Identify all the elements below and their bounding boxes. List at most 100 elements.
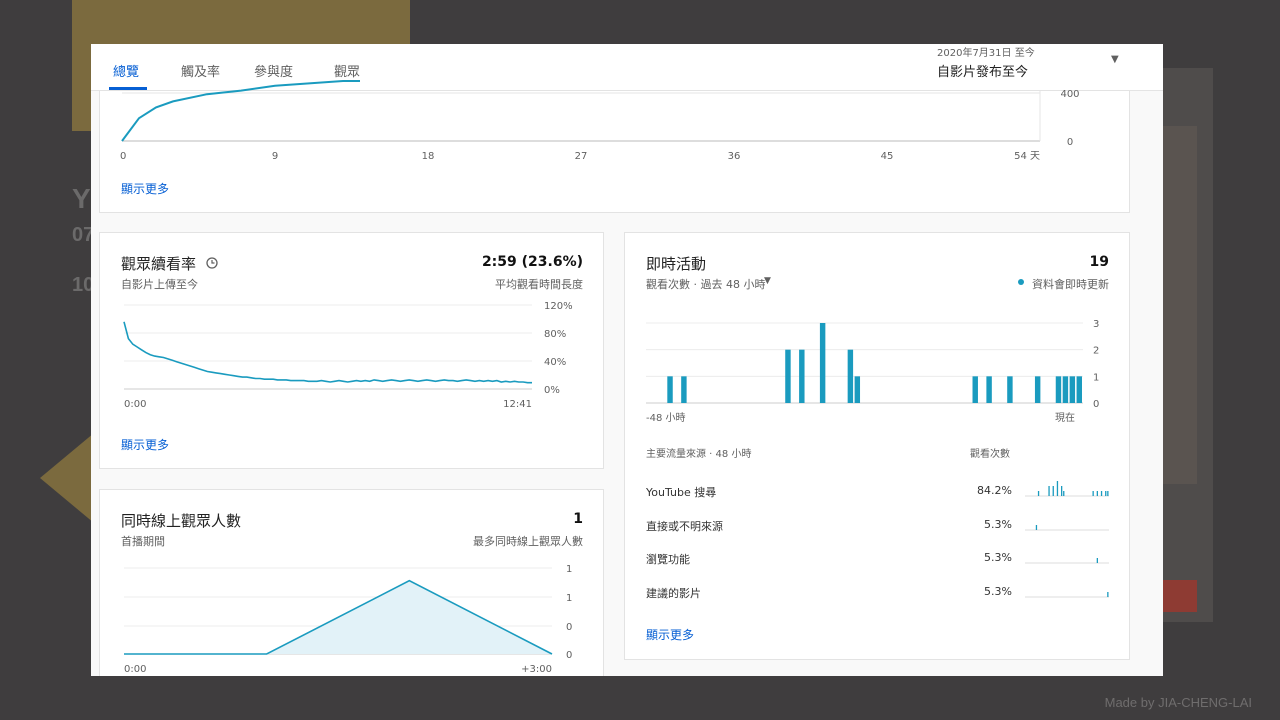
y-tick-label: 1 [1093, 372, 1099, 383]
sparkline-bar [1035, 524, 1038, 530]
x-tick-label: 0 [120, 151, 126, 162]
sparkline-bar [1107, 591, 1109, 597]
y-tick-label: 3 [1093, 319, 1099, 330]
realtime-bar-chart: 0 1 2 3 -48 小時 現在 [646, 319, 1099, 424]
background-image-right [1163, 126, 1197, 484]
background-text-fragment: Y [72, 183, 91, 214]
date-range-sublabel: 2020年7月31日 至今 [937, 48, 1035, 59]
realtime-card: 即時活動 19 觀看次數 · 過去 48 小時 ▼ 資料會即時更新 0 1 2 3 -4… [624, 232, 1130, 660]
retention-card: 觀眾續看率 自影片上傳至今 2:59 (23.6%) 平均觀看時間長度 0% 40… [99, 232, 604, 469]
realtime-bar [1062, 376, 1069, 403]
card-title: 同時線上觀眾人數 [121, 512, 242, 530]
realtime-bar [1055, 376, 1062, 403]
traffic-source-sparkline [1025, 558, 1109, 564]
x-tick-label: 9 [272, 151, 278, 162]
retention-series-line [123, 321, 532, 384]
show-more-link[interactable]: 顯示更多 [121, 436, 169, 453]
analytics-window: 總覽 觸及率 參與度 觀眾 2020年7月31日 至今 自影片發布至今 ▼ 0 9… [91, 44, 1163, 676]
realtime-bar [847, 349, 854, 403]
y-tick-label: 80% [544, 329, 566, 340]
traffic-source-row: 瀏覽功能 5.3% [625, 551, 1129, 571]
chevron-down-icon[interactable]: ▼ [764, 276, 771, 286]
realtime-bar [854, 376, 861, 403]
x-tick-label: 現在 [1055, 412, 1075, 424]
traffic-source-name: 直接或不明來源 [646, 519, 723, 533]
realtime-views-value: 19 [1089, 254, 1109, 270]
sparkline-bar [1048, 486, 1050, 496]
y-tick-label: 0 [1067, 137, 1073, 148]
peak-concurrent-value: 1 [573, 511, 583, 527]
show-more-link[interactable]: 顯示更多 [121, 180, 169, 197]
realtime-bar [1076, 376, 1082, 403]
concurrent-viewers-chart: 1 1 0 0 0:00 +3:00 [124, 564, 572, 675]
x-tick-label: 36 [728, 151, 741, 162]
traffic-source-sparkline [1025, 591, 1109, 597]
card-subtitle: 首播期間 [121, 535, 165, 548]
realtime-period-selector[interactable]: 觀看次數 · 過去 48 小時 [646, 276, 765, 292]
traffic-source-sparkline [1025, 524, 1109, 530]
x-tick-label: 0:00 [124, 664, 146, 675]
traffic-source-name: 瀏覽功能 [646, 553, 690, 566]
traffic-source-row: 建議的影片 5.3% [625, 585, 1129, 605]
realtime-bar [681, 376, 687, 403]
card-title: 即時活動 [646, 255, 707, 273]
realtime-bar [986, 376, 992, 403]
sparkline-bar [1096, 558, 1098, 563]
sparkline-bar [1063, 491, 1065, 496]
y-tick-label: 0 [566, 650, 572, 661]
views-card: 0 9 18 27 36 45 54 天 0 400 顯示更多 [99, 80, 1130, 213]
retention-chart: 0% 40% 80% 120% 0:00 12:41 [123, 301, 573, 410]
tab-reach[interactable]: 觸及率 [181, 61, 220, 80]
traffic-source-row: 直接或不明來源 5.3% [625, 518, 1129, 538]
y-tick-label: 1 [566, 564, 572, 575]
traffic-sources-header: 主要流量來源 · 48 小時 [646, 449, 752, 460]
tab-overview[interactable]: 總覽 [113, 61, 139, 80]
card-subtitle: 自影片上傳至今 [121, 278, 198, 291]
sparkline-bar [1061, 486, 1063, 496]
card-title: 觀眾續看率 [121, 255, 197, 273]
x-tick-label: 45 [881, 151, 894, 162]
tab-bar: 總覽 觸及率 參與度 觀眾 2020年7月31日 至今 自影片發布至今 ▼ [91, 44, 1163, 91]
x-tick-label: 27 [575, 151, 588, 162]
sparkline-bar [1056, 481, 1059, 496]
tab-engagement[interactable]: 參與度 [254, 61, 293, 80]
traffic-source-percent: 5.3% [984, 517, 1012, 531]
realtime-bar [1034, 376, 1041, 403]
realtime-bar [1007, 376, 1013, 403]
sparkline-bar [1105, 491, 1107, 496]
realtime-bar [819, 323, 826, 403]
tab-audience[interactable]: 觀眾 [334, 61, 360, 80]
traffic-source-name: YouTube 搜尋 [646, 486, 717, 499]
realtime-bar [667, 376, 673, 403]
realtime-bar [785, 349, 791, 403]
sparkline-bar [1096, 491, 1098, 496]
concurrent-viewers-card: 同時線上觀眾人數 首播期間 1 最多同時線上觀眾人數 1 1 0 0 0:00 +3:00 [99, 489, 604, 676]
y-tick-label: 1 [566, 593, 572, 604]
x-tick-label: 18 [422, 151, 435, 162]
y-tick-label: 0% [544, 385, 560, 396]
x-tick-label: -48 小時 [646, 412, 686, 424]
sparkline-bar [1100, 491, 1103, 496]
traffic-source-percent: 5.3% [984, 584, 1012, 598]
live-update-note: 資料會即時更新 [1032, 278, 1109, 291]
y-tick-label: 2 [1093, 346, 1099, 357]
sparkline-bar [1107, 491, 1109, 496]
y-tick-label: 0 [566, 622, 572, 633]
background-button-right [1163, 580, 1197, 612]
x-tick-label: 0:00 [124, 399, 146, 410]
y-tick-label: 120% [544, 301, 573, 312]
peak-concurrent-label: 最多同時線上觀眾人數 [473, 535, 583, 548]
chevron-down-icon[interactable]: ▼ [1111, 54, 1119, 65]
avg-view-duration-label: 平均觀看時間長度 [495, 278, 583, 291]
y-tick-label: 40% [544, 357, 566, 368]
x-tick-label: 54 天 [1014, 151, 1040, 162]
realtime-bar [799, 349, 805, 403]
date-range-selector[interactable]: 自影片發布至今 [937, 61, 1028, 80]
traffic-source-sparkline [1025, 481, 1109, 497]
show-more-link[interactable]: 顯示更多 [646, 626, 694, 643]
clock-icon [206, 254, 218, 273]
avg-view-duration-value: 2:59 (23.6%) [481, 254, 583, 270]
realtime-bar [972, 376, 978, 403]
realtime-bar [1069, 376, 1076, 403]
traffic-source-percent: 84.2% [977, 484, 1012, 497]
